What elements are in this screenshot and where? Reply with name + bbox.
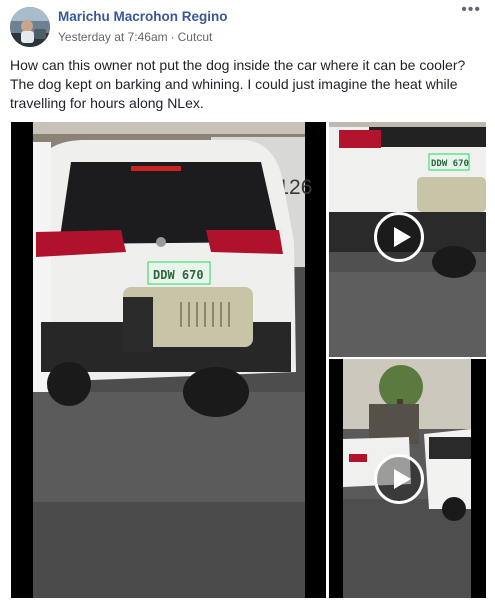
play-icon[interactable] [374, 454, 424, 504]
avatar[interactable] [10, 7, 50, 47]
post-meta: Yesterday at 7:46am · Cutcut [58, 30, 212, 44]
post-timestamp[interactable]: Yesterday at 7:46am [58, 30, 168, 44]
play-icon[interactable] [374, 212, 424, 262]
video-thumbnail-1[interactable]: DDW 670 [329, 122, 486, 357]
post-caption: How can this owner not put the dog insid… [10, 57, 466, 111]
more-options-icon[interactable]: ••• [461, 2, 481, 18]
avatar-photo [10, 7, 50, 47]
main-video-frame: 9-9126 DDW 670 [11, 122, 326, 598]
thumb-license-plate-text: DDW 670 [431, 159, 469, 169]
facebook-post: Marichu Macrohon Regino Yesterday at 7:4… [0, 0, 495, 606]
play-triangle [394, 469, 411, 489]
license-plate-text: DDW 670 [153, 268, 204, 282]
post-source[interactable]: Cutcut [178, 30, 213, 44]
meta-separator: · [170, 30, 175, 44]
video-thumbnail-2[interactable] [329, 359, 486, 598]
main-video[interactable]: 9-9126 DDW 670 [11, 122, 326, 598]
author-name[interactable]: Marichu Macrohon Regino [58, 9, 228, 24]
play-triangle [394, 227, 411, 247]
